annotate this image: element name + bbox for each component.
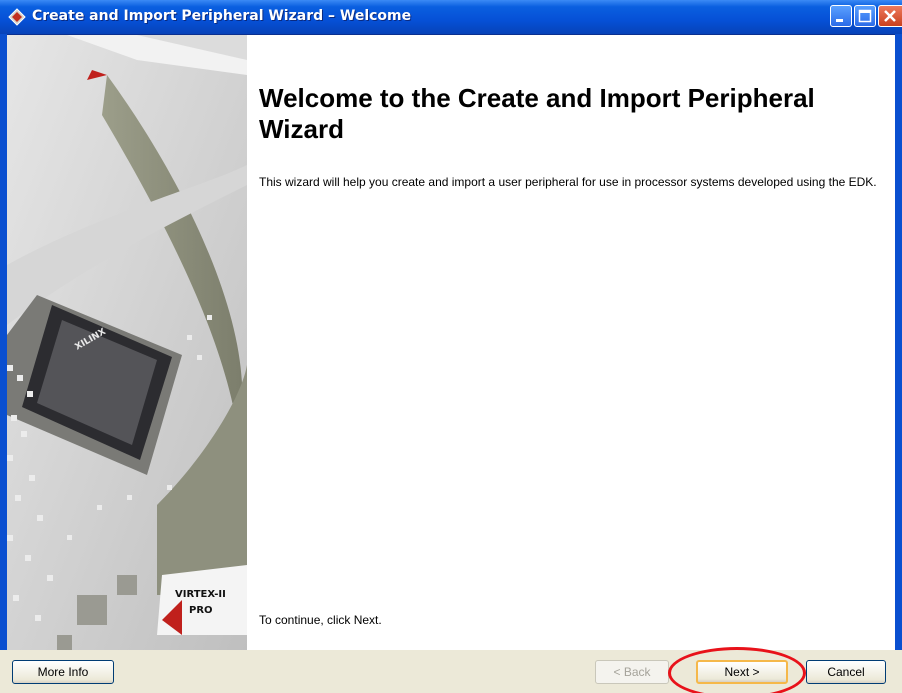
side-banner-image: XILINX VIRTEX-II PRO [7,35,247,650]
wizard-app-icon [8,8,26,26]
maximize-button[interactable] [854,5,876,27]
back-button[interactable]: < Back [595,660,669,684]
chip-label-pro: PRO [189,605,213,616]
page-title: Welcome to the Create and Import Periphe… [259,83,815,144]
window-title: Create and Import Peripheral Wizard – We… [32,8,412,24]
minimize-button[interactable] [830,5,852,27]
close-button[interactable] [878,5,902,27]
window-frame-right [895,34,902,654]
description-text: This wizard will help you create and imp… [259,175,877,189]
close-icon [884,10,896,22]
content-panel: Welcome to the Create and Import Periphe… [247,35,895,650]
continue-hint: To continue, click Next. [259,613,382,627]
chip-label-virtex: VIRTEX-II [175,589,226,600]
title-bar[interactable]: Create and Import Peripheral Wizard – We… [0,0,902,35]
maximize-icon [858,9,872,23]
wizard-window: Create and Import Peripheral Wizard – We… [0,0,902,693]
more-info-button[interactable]: More Info [12,660,114,684]
minimize-icon [836,19,843,22]
cancel-button[interactable]: Cancel [806,660,886,684]
window-frame-left [0,34,7,654]
next-button[interactable]: Next > [696,660,788,684]
